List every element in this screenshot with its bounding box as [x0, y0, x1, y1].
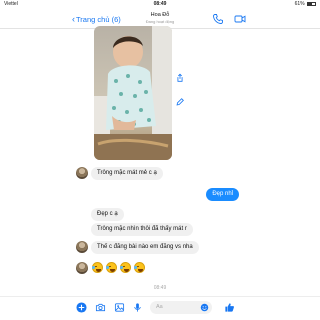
phone-icon[interactable] [212, 13, 224, 25]
tears-of-joy-emoji-icon [120, 262, 131, 273]
tears-of-joy-emoji-icon [106, 262, 117, 273]
battery-indicator: 61% [295, 1, 316, 7]
avatar[interactable] [76, 262, 88, 274]
message-composer: Aa [0, 296, 320, 320]
battery-icon [307, 1, 316, 6]
like-icon[interactable] [224, 302, 235, 313]
message-bubble-incoming[interactable]: Đẹp c ạ [91, 208, 124, 221]
message-bubble-outgoing[interactable]: Đẹp nhỉ [206, 188, 239, 201]
plus-icon[interactable] [76, 302, 87, 313]
message-input-placeholder: Aa [156, 304, 163, 310]
avatar[interactable] [76, 241, 88, 253]
message-bubble-incoming[interactable]: Thế c đăng bài nào em đăng vs nha [91, 241, 199, 254]
video-call-icon[interactable] [234, 13, 246, 25]
avatar[interactable] [76, 167, 88, 179]
header-actions [206, 12, 246, 30]
contact-name: Hoa Đỗ [150, 12, 170, 18]
tears-of-joy-emoji-icon [92, 262, 103, 273]
edit-icon[interactable] [175, 97, 185, 107]
shared-photo[interactable] [94, 26, 172, 160]
message-bubble-incoming[interactable]: Trông mặc nhìn thôi đã thấy mát r [91, 223, 193, 236]
battery-percent: 61% [294, 1, 305, 7]
share-icon[interactable] [175, 73, 185, 83]
message-input[interactable]: Aa [150, 301, 212, 314]
status-time: 08:49 [153, 1, 167, 7]
message-bubble-incoming[interactable]: Trông mặc mát mẻ c ạ [91, 167, 163, 180]
microphone-icon[interactable] [132, 302, 143, 313]
contact-status: Đang hoạt động [145, 19, 175, 24]
photo-image [94, 26, 172, 160]
camera-icon[interactable] [95, 302, 106, 313]
status-bar: Viettel 08:49 61% [0, 0, 320, 9]
contact-info[interactable]: Hoa Đỗ Đang hoạt động [0, 12, 320, 24]
tears-of-joy-emoji-icon [134, 262, 145, 273]
image-icon[interactable] [114, 302, 125, 313]
emoji-icon[interactable] [200, 303, 209, 312]
message-timestamp: 08:49 [153, 285, 167, 291]
